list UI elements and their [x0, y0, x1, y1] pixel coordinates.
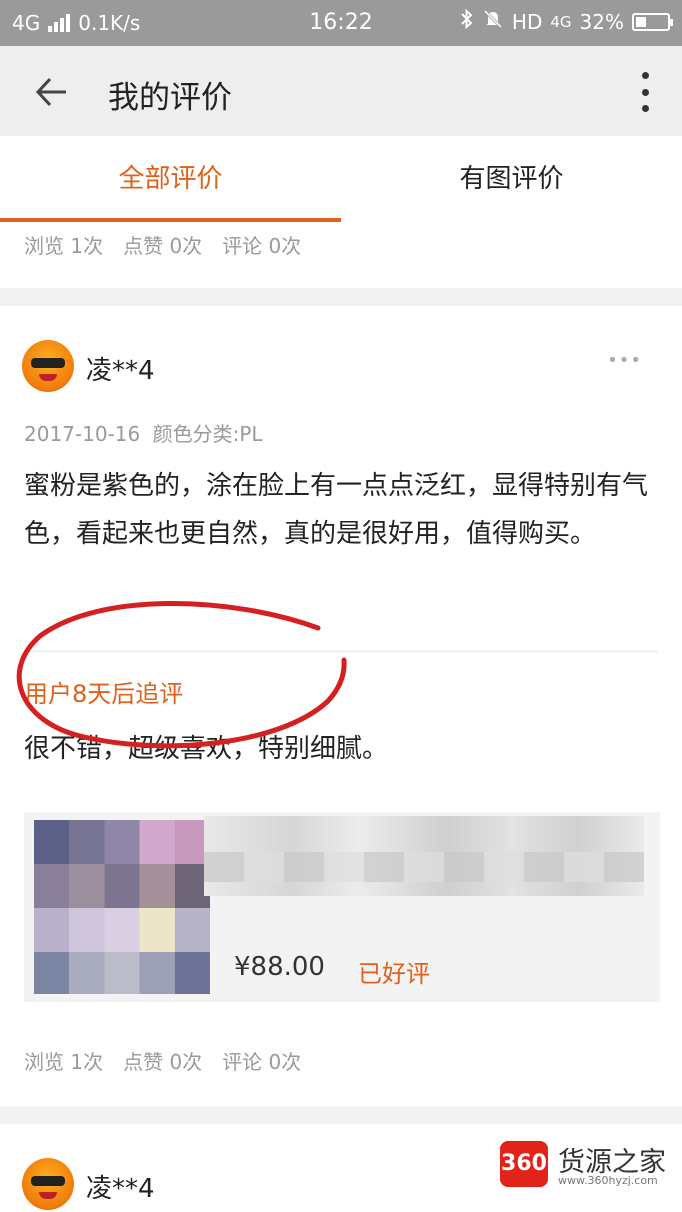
- watermark: 360 货源之家 www.360hyzj.com: [500, 1138, 680, 1194]
- status-bar: 4G 0.1K/s 16:22 HD 4G 32%: [0, 0, 682, 46]
- back-button[interactable]: [30, 70, 74, 114]
- battery-icon: [632, 12, 673, 31]
- username: 凌**4: [86, 1174, 155, 1204]
- comments-count[interactable]: 评论 0次: [222, 230, 301, 259]
- network2-label: 4G: [550, 12, 572, 31]
- red-circle-annotation: [16, 601, 347, 749]
- battery-fill: [636, 16, 646, 27]
- avatar[interactable]: [22, 1158, 74, 1210]
- page-title: 我的评价: [108, 80, 232, 116]
- likes-count[interactable]: 点赞 0次: [123, 230, 202, 259]
- rating-status: 已好评: [358, 960, 430, 988]
- views-count: 浏览 1次: [24, 1050, 104, 1074]
- review-date: 2017-10-16: [24, 422, 141, 446]
- likes-count[interactable]: 点赞 0次: [123, 1046, 202, 1075]
- tab-all-reviews[interactable]: 全部评价: [0, 136, 341, 222]
- more-vertical-icon: [641, 72, 649, 112]
- review-content: 蜜粉是紫色的，涂在脸上有一点点泛红，显得特别有气色，看起来也更自然，真的是很好用…: [24, 471, 649, 549]
- bluetooth-icon: [460, 8, 474, 34]
- product-price: ¥88.00: [234, 952, 325, 982]
- tab-bar: 全部评价 有图评价: [0, 136, 682, 222]
- review-meta: 2017-10-16 颜色分类:PL: [24, 418, 263, 447]
- more-button[interactable]: [640, 72, 650, 112]
- watermark-logo: 360: [500, 1141, 548, 1187]
- product-card[interactable]: ¥88.00 已好评: [24, 812, 660, 1002]
- battery-percent: 32%: [579, 9, 624, 34]
- username: 凌**4: [86, 356, 155, 386]
- hd-label: HD: [511, 9, 543, 34]
- comments-count[interactable]: 评论 0次: [222, 1046, 301, 1075]
- views-count: 浏览 1次: [24, 234, 104, 258]
- tab-photo-reviews[interactable]: 有图评价: [341, 136, 682, 222]
- review-stats: 浏览 1次 点赞 0次 评论 0次: [24, 230, 301, 259]
- app-bar: 我的评价: [0, 46, 682, 136]
- review-variant: 颜色分类:PL: [152, 422, 263, 446]
- watermark-url: www.360hyzj.com: [558, 1174, 658, 1187]
- mute-bell-icon: [482, 9, 504, 34]
- product-title-blurred: [204, 852, 644, 882]
- product-image: [34, 820, 210, 994]
- review-card: 凌**4 ••• 2017-10-16 颜色分类:PL 蜜粉是紫色的，涂在脸上有…: [0, 306, 682, 1106]
- review-card: 浏览 1次 点赞 0次 评论 0次: [0, 222, 682, 288]
- more-horizontal-icon[interactable]: •••: [607, 350, 642, 371]
- avatar[interactable]: [22, 340, 74, 392]
- review-stats: 浏览 1次 点赞 0次 评论 0次: [24, 1046, 301, 1075]
- arrow-left-icon: [35, 77, 66, 107]
- status-right: HD 4G 32%: [460, 8, 673, 34]
